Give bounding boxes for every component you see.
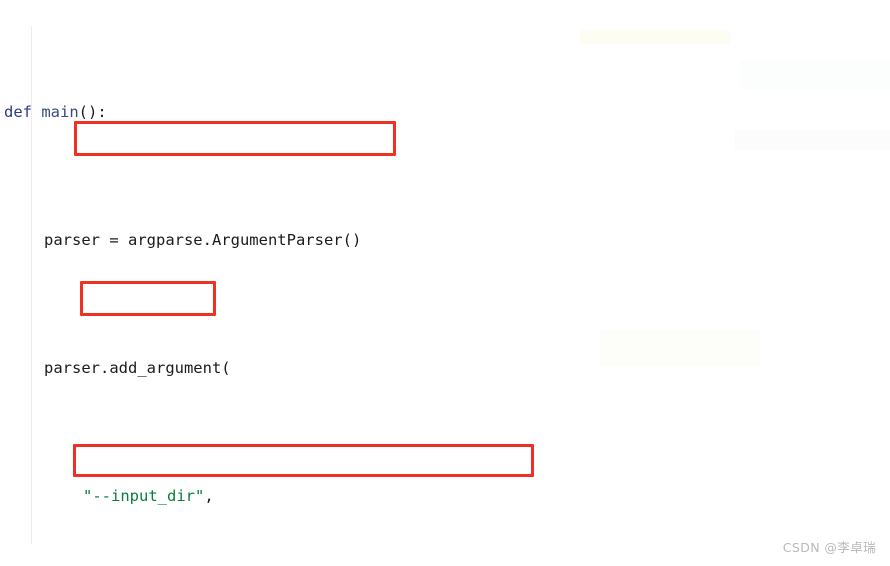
code-line-def-main: def main(): (0, 96, 890, 128)
token-string-input-dir-flag: "--input_dir" (83, 487, 205, 505)
code-line-input-dir-flag: "--input_dir", (0, 480, 890, 512)
code-screenshot: def main(): parser = argparse.ArgumentPa… (0, 0, 890, 566)
token-keyword-def: def (4, 103, 32, 121)
token-def-signature-tail: (): (78, 103, 107, 121)
code-line-add-argument-1: parser.add_argument( (0, 352, 890, 384)
token-comma: , (204, 487, 214, 505)
token-add-argument-call: parser.add_argument( (44, 359, 231, 377)
code-line-parser-assign: parser = argparse.ArgumentParser() (0, 224, 890, 256)
code-block: def main(): parser = argparse.ArgumentPa… (0, 0, 890, 566)
token-function-name: main (41, 103, 79, 121)
token-parser-assignment: parser = argparse.ArgumentParser() (44, 231, 362, 249)
csdn-watermark: CSDN @李卓瑞 (782, 540, 876, 555)
